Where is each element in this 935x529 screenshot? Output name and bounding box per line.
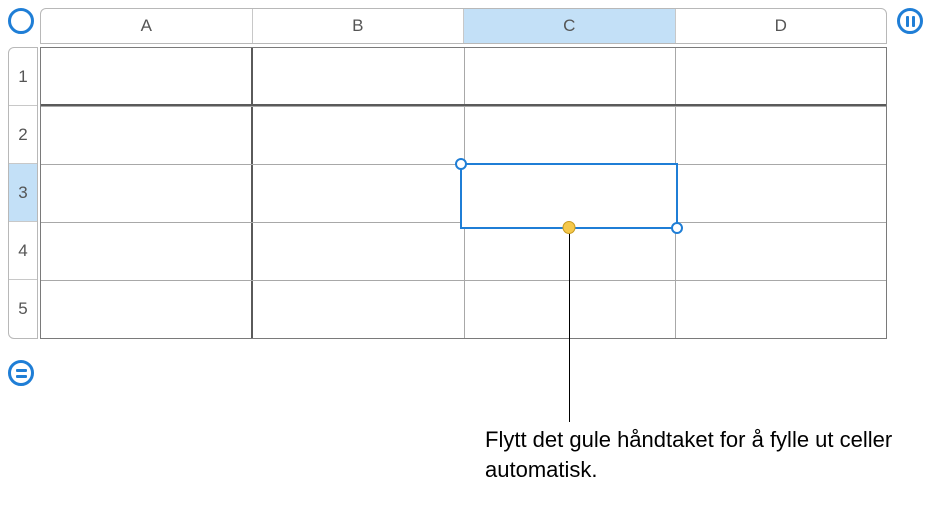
table-select-all-handle[interactable]: [8, 8, 34, 34]
cell-b5[interactable]: [253, 281, 464, 338]
cell-b1[interactable]: [253, 48, 464, 104]
cell-b4[interactable]: [253, 223, 464, 280]
cell-selection[interactable]: [460, 163, 678, 229]
cell-c2[interactable]: [465, 107, 676, 164]
add-column-handle[interactable]: [897, 8, 923, 34]
column-header-b[interactable]: B: [253, 9, 465, 43]
callout-leader-line: [569, 232, 570, 422]
cell-a1[interactable]: [41, 48, 253, 104]
cell-a3[interactable]: [41, 165, 253, 222]
callout-text: Flytt det gule håndtaket for å fylle ut …: [485, 425, 935, 484]
selection-handle-bottom-right[interactable]: [671, 222, 683, 234]
cell-b2[interactable]: [253, 107, 464, 164]
cell-d2[interactable]: [676, 107, 886, 164]
row-header-5[interactable]: 5: [9, 280, 37, 338]
cell-d4[interactable]: [676, 223, 886, 280]
column-header-a[interactable]: A: [41, 9, 253, 43]
cell-a2[interactable]: [41, 107, 253, 164]
selection-handle-top-left[interactable]: [455, 158, 467, 170]
row-headers: 1 2 3 4 5: [8, 47, 38, 339]
cell-a4[interactable]: [41, 223, 253, 280]
add-row-handle[interactable]: [8, 360, 34, 386]
row-header-3[interactable]: 3: [9, 164, 37, 222]
cell-d3[interactable]: [676, 165, 886, 222]
cell-c1[interactable]: [465, 48, 676, 104]
autofill-handle[interactable]: [563, 221, 576, 234]
cell-d5[interactable]: [676, 281, 886, 338]
cell-d1[interactable]: [676, 48, 886, 104]
table-row: [41, 222, 886, 280]
table-row: [41, 106, 886, 164]
row-header-4[interactable]: 4: [9, 222, 37, 280]
table-row: [41, 280, 886, 338]
row-header-1[interactable]: 1: [9, 48, 37, 106]
cell-c5[interactable]: [465, 281, 676, 338]
column-header-d[interactable]: D: [676, 9, 887, 43]
cell-a5[interactable]: [41, 281, 253, 338]
row-header-2[interactable]: 2: [9, 106, 37, 164]
cell-b3[interactable]: [253, 165, 464, 222]
column-headers: A B C D: [40, 8, 887, 44]
column-header-c[interactable]: C: [464, 9, 676, 43]
table-row: [41, 48, 886, 106]
